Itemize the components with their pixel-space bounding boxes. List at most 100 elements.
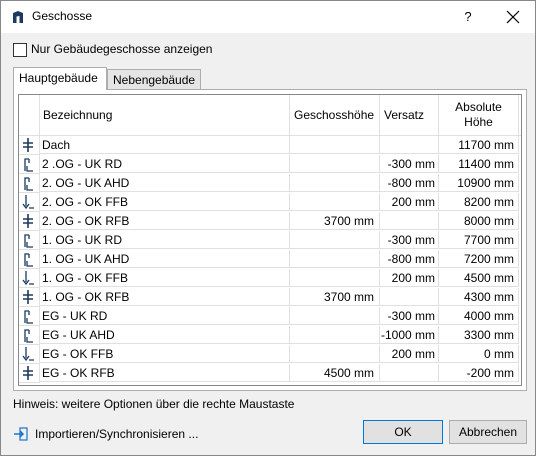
cell-absolute-hoehe[interactable]: 4300 mm [439, 288, 519, 306]
cell-absolute-hoehe[interactable]: 11400 mm [439, 155, 519, 173]
table-row[interactable]: EG - OK RFB 4500 mm -200 mm [19, 364, 521, 383]
row-icon-cell [19, 212, 40, 231]
cell-absolute-hoehe[interactable]: 7700 mm [439, 231, 519, 249]
dialog-window: Geschosse ? Nur Gebäudegeschosse anzeige… [0, 0, 536, 456]
import-icon [14, 427, 28, 441]
cell-versatz[interactable] [380, 288, 439, 306]
cell-versatz[interactable] [380, 136, 439, 154]
cell-bezeichnung[interactable]: 1. OG - OK RFB [39, 288, 290, 306]
cell-versatz[interactable]: -300 mm [380, 307, 439, 325]
table-row[interactable]: 2. OG - OK RFB 3700 mm 8000 mm [19, 212, 521, 231]
cell-absolute-hoehe[interactable]: -200 mm [439, 364, 519, 382]
table-row[interactable]: 1. OG - UK RD -300 mm 7700 mm [19, 231, 521, 250]
app-logo-icon [13, 11, 23, 23]
row-icon-cell [19, 364, 40, 383]
cell-geschosshoehe[interactable] [290, 155, 380, 173]
close-button[interactable] [498, 1, 528, 33]
cell-geschosshoehe[interactable] [290, 269, 380, 287]
cell-geschosshoehe[interactable] [290, 307, 380, 325]
cell-versatz[interactable]: -300 mm [380, 231, 439, 249]
row-icon-cell [19, 250, 40, 269]
cell-bezeichnung[interactable]: 2 .OG - UK RD [39, 155, 290, 173]
cell-bezeichnung[interactable]: EG - OK RFB [39, 364, 290, 382]
only-building-stories-checkbox[interactable] [13, 43, 27, 57]
cell-geschosshoehe[interactable] [290, 174, 380, 192]
window-title: Geschosse [32, 9, 93, 23]
cell-geschosshoehe[interactable]: 3700 mm [290, 212, 380, 230]
cell-absolute-hoehe[interactable]: 8200 mm [439, 193, 519, 211]
cell-absolute-hoehe[interactable]: 4500 mm [439, 269, 519, 287]
table-row[interactable]: 2. OG - OK FFB 200 mm 8200 mm [19, 193, 521, 212]
title-bar: Geschosse ? [1, 1, 535, 33]
hint-text: Hinweis: weitere Optionen über die recht… [13, 397, 295, 411]
cell-versatz[interactable]: 200 mm [380, 345, 439, 363]
row-icon-cell [19, 193, 40, 212]
cell-versatz[interactable]: 200 mm [380, 193, 439, 211]
table-row[interactable]: EG - UK RD -300 mm 4000 mm [19, 307, 521, 326]
row-icon-cell [19, 136, 40, 155]
cell-versatz[interactable]: 200 mm [380, 269, 439, 287]
row-icon-cell [19, 326, 40, 345]
cell-bezeichnung[interactable]: 1. OG - OK FFB [39, 269, 290, 287]
table-row[interactable]: EG - UK AHD -1000 mm 3300 mm [19, 326, 521, 345]
stories-table: Bezeichnung Geschosshöhe Versatz Absolut… [18, 94, 522, 386]
help-button[interactable]: ? [453, 1, 483, 33]
cell-bezeichnung[interactable]: 2. OG - OK FFB [39, 193, 290, 211]
table-row[interactable]: 2. OG - UK AHD -800 mm 10900 mm [19, 174, 521, 193]
tab-hauptgebaeude[interactable]: Hauptgebäude [13, 67, 107, 90]
checkbox-label: Nur Gebäudegeschosse anzeigen [31, 42, 213, 56]
cell-bezeichnung[interactable]: EG - UK AHD [39, 326, 290, 344]
cell-geschosshoehe[interactable]: 4500 mm [290, 364, 380, 382]
table-row[interactable]: 1. OG - OK RFB 3700 mm 4300 mm [19, 288, 521, 307]
cell-bezeichnung[interactable]: 2. OG - UK AHD [39, 174, 290, 192]
cell-absolute-hoehe[interactable]: 8000 mm [439, 212, 519, 230]
cell-geschosshoehe[interactable] [290, 326, 380, 344]
cell-absolute-hoehe[interactable]: 4000 mm [439, 307, 519, 325]
cell-absolute-hoehe[interactable]: 11700 mm [439, 136, 519, 154]
table-header: Bezeichnung Geschosshöhe Versatz Absolut… [19, 95, 521, 136]
row-icon-cell [19, 231, 40, 250]
ok-button[interactable]: OK [363, 420, 443, 444]
cell-absolute-hoehe[interactable]: 3300 mm [439, 326, 519, 344]
cancel-button[interactable]: Abbrechen [449, 420, 527, 444]
row-icon-cell [19, 288, 40, 307]
table-row[interactable]: 2 .OG - UK RD -300 mm 11400 mm [19, 155, 521, 174]
cell-geschosshoehe[interactable] [290, 193, 380, 211]
cell-geschosshoehe[interactable] [290, 136, 380, 154]
cell-bezeichnung[interactable]: 1. OG - UK RD [39, 231, 290, 249]
row-icon-cell [19, 269, 40, 288]
table-row[interactable]: Dach 11700 mm [19, 136, 521, 155]
tab-nebengebaeude[interactable]: Nebengebäude [107, 69, 201, 90]
cell-absolute-hoehe[interactable]: 10900 mm [439, 174, 519, 192]
cell-bezeichnung[interactable]: Dach [39, 136, 290, 154]
cell-bezeichnung[interactable]: EG - UK RD [39, 307, 290, 325]
row-icon-cell [19, 174, 40, 193]
cell-absolute-hoehe[interactable]: 0 mm [439, 345, 519, 363]
cell-bezeichnung[interactable]: 2. OG - OK RFB [39, 212, 290, 230]
cell-geschosshoehe[interactable] [290, 231, 380, 249]
cell-geschosshoehe[interactable]: 3700 mm [290, 288, 380, 306]
table-row[interactable]: 1. OG - UK AHD -800 mm 7200 mm [19, 250, 521, 269]
close-icon [506, 10, 520, 24]
cell-geschosshoehe[interactable] [290, 250, 380, 268]
cell-bezeichnung[interactable]: EG - OK FFB [39, 345, 290, 363]
cell-bezeichnung[interactable]: 1. OG - UK AHD [39, 250, 290, 268]
cell-versatz[interactable]: -1000 mm [380, 326, 439, 344]
row-icon-cell [19, 307, 40, 326]
cell-absolute-hoehe[interactable]: 7200 mm [439, 250, 519, 268]
cell-versatz[interactable]: -300 mm [380, 155, 439, 173]
header-geschosshoehe[interactable]: Geschosshöhe [290, 95, 380, 135]
header-versatz[interactable]: Versatz [380, 95, 439, 135]
cell-versatz[interactable] [380, 364, 439, 382]
cell-versatz[interactable]: -800 mm [380, 174, 439, 192]
cell-versatz[interactable] [380, 212, 439, 230]
table-row[interactable]: EG - OK FFB 200 mm 0 mm [19, 345, 521, 364]
cell-geschosshoehe[interactable] [290, 345, 380, 363]
row-icon-cell [19, 345, 40, 364]
row-icon-cell [19, 155, 40, 174]
table-row[interactable]: 1. OG - OK FFB 200 mm 4500 mm [19, 269, 521, 288]
import-sync-label: Importieren/Synchronisieren ... [35, 427, 199, 441]
cell-versatz[interactable]: -800 mm [380, 250, 439, 268]
header-bezeichnung[interactable]: Bezeichnung [39, 95, 290, 135]
header-absolute-hoehe[interactable]: Absolute Höhe [439, 95, 519, 135]
